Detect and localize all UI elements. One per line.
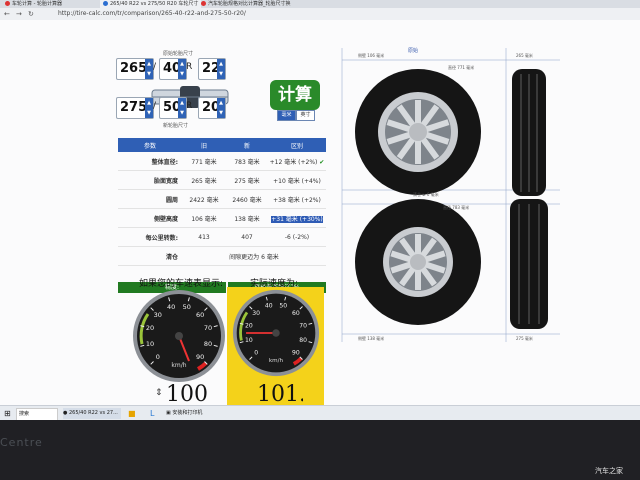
new-ratio-select[interactable]: 50 ▲ ▼ bbox=[159, 97, 187, 119]
column-header: 新 bbox=[226, 138, 268, 152]
value-spinner-icon[interactable]: ⇕ bbox=[155, 388, 163, 398]
gauge-tick-label: 40 bbox=[167, 303, 175, 311]
gauge-tick-label: 80 bbox=[204, 340, 212, 348]
gauge-tick-label: 10 bbox=[245, 337, 253, 344]
table-row: 清仓 间隙更迈为 6 毫米 bbox=[118, 246, 326, 266]
highlighted-diff: +31 毫米 (+30%) bbox=[271, 215, 323, 223]
gauge-tick-label: 70 bbox=[299, 323, 307, 330]
taskbar-search-box[interactable]: 搜索 bbox=[16, 408, 58, 420]
wheel-new-icon bbox=[355, 199, 481, 325]
gauge-tick-label: 0 bbox=[156, 353, 160, 361]
browser-tab-3[interactable]: 汽车轮胎规格对比计算器_轮胎尺寸换 bbox=[198, 0, 314, 8]
speedometer-value: 100 bbox=[166, 382, 208, 407]
folder-icon[interactable]: ■ bbox=[128, 408, 136, 419]
monitor-screen: 车轮计算 - 轮胎计算器 265/40 R22 vs 275/50 R20 车轮… bbox=[0, 0, 640, 420]
new-width-select[interactable]: 275 ▲ ▼ bbox=[116, 97, 154, 119]
back-icon[interactable]: ← bbox=[4, 10, 10, 18]
speedometer-caption: 如果您的车速表显示: bbox=[139, 279, 224, 289]
separator: R bbox=[186, 62, 193, 72]
actual-speed-value: 101.6 bbox=[257, 382, 303, 407]
table-row: 侧壁高度 106 毫米 138 毫米 +31 毫米 (+30%) bbox=[118, 208, 326, 228]
gauge-unit: km/h bbox=[269, 358, 284, 364]
gauge-tick-label: 20 bbox=[146, 324, 154, 332]
tire-diagram: 原始 侧壁 106 毫米 直径 771 毫米 265 毫米 清仓 ≥ 6 毫米 … bbox=[338, 44, 560, 342]
browser-tab-1[interactable]: 车轮计算 - 轮胎计算器 bbox=[2, 0, 103, 8]
gauge-tick-label: 30 bbox=[154, 311, 162, 319]
gauge-tick-label: 20 bbox=[245, 323, 253, 330]
spinner-arrows-icon[interactable]: ▲ ▼ bbox=[178, 98, 186, 118]
column-header: 参数 bbox=[118, 138, 182, 152]
separator: R bbox=[186, 101, 193, 111]
spinner-arrows-icon[interactable]: ▲ ▼ bbox=[178, 59, 186, 79]
separator: / bbox=[153, 101, 157, 111]
comparison-table: 参数 旧 新 区别 整体直径: 771 毫米 783 毫米 +12 毫米 (+2… bbox=[118, 138, 326, 266]
reload-icon[interactable]: ↻ bbox=[28, 10, 34, 18]
new-size-label: 新轮胎尺寸 bbox=[163, 123, 189, 129]
original-rim-select[interactable]: 22 ▲ ▼ bbox=[198, 58, 226, 80]
gauge-tick-label: 60 bbox=[196, 311, 204, 319]
gauge-tick-label: 10 bbox=[146, 340, 154, 348]
gauge-unit: km/h bbox=[171, 362, 186, 369]
windows-start-icon[interactable]: ⊞ bbox=[4, 408, 11, 419]
monitor-brand-logo: Centre bbox=[0, 436, 43, 449]
table-row: 每公里转数: 413 407 -6 (-2%) bbox=[118, 227, 326, 247]
spinner-arrows-icon[interactable]: ▲ ▼ bbox=[145, 59, 153, 79]
windows-taskbar: ⊞ 搜索 ● 265/40 R22 vs 27... ■ L ▣ 安装和打印机 bbox=[0, 405, 640, 420]
gauge-tick-label: 0 bbox=[254, 350, 258, 357]
gauge-tick-label: 50 bbox=[183, 303, 191, 311]
unit-imperial-toggle[interactable]: 英寸 bbox=[296, 110, 315, 121]
tab-favicon-icon bbox=[5, 1, 10, 6]
new-rim-select[interactable]: 20 ▲ ▼ bbox=[198, 97, 226, 119]
gauge-tick-label: 60 bbox=[292, 310, 300, 317]
actual-speed-gauge: 010 20 30 40 50 60 70 80 90 km/h bbox=[232, 289, 320, 377]
unit-metric-toggle[interactable]: 毫米 bbox=[277, 110, 296, 121]
gauge-tick-label: 30 bbox=[252, 310, 260, 317]
taskbar-devices-app[interactable]: ▣ 安装和打印机 bbox=[166, 408, 218, 419]
svg-text:原始: 原始 bbox=[408, 47, 418, 54]
browser-tab-2[interactable]: 265/40 R22 vs 275/50 R20 车轮尺寸 bbox=[100, 0, 201, 8]
original-size-label: 原始轮胎尺寸 bbox=[163, 51, 194, 57]
tab-favicon-icon bbox=[201, 1, 206, 6]
svg-text:直径 783 毫米: 直径 783 毫米 bbox=[443, 204, 469, 210]
forward-icon[interactable]: → bbox=[16, 10, 22, 18]
svg-text:清仓 ≥ 6 毫米: 清仓 ≥ 6 毫米 bbox=[413, 191, 439, 197]
svg-text:侧壁 138 毫米: 侧壁 138 毫米 bbox=[358, 335, 384, 341]
separator: / bbox=[153, 62, 157, 72]
gauge-tick-label: 50 bbox=[279, 303, 287, 310]
spinner-arrows-icon[interactable]: ▲ ▼ bbox=[145, 98, 153, 118]
svg-text:275 毫米: 275 毫米 bbox=[516, 335, 533, 341]
monitor-bezel bbox=[0, 420, 640, 480]
tread-original-icon bbox=[512, 69, 546, 196]
actual-speed-caption: 实际速度为: bbox=[250, 279, 299, 289]
url-field[interactable]: http://tire-calc.com/tr/comparison/265-4… bbox=[58, 10, 246, 17]
speedometer-gauge: 010203040 5060708090 km/h bbox=[133, 290, 225, 382]
gauge-tick-label: 90 bbox=[196, 353, 204, 361]
column-header: 区别 bbox=[268, 138, 326, 152]
gauge-tick-label: 80 bbox=[299, 337, 307, 344]
svg-text:265 毫米: 265 毫米 bbox=[516, 52, 533, 58]
calculate-button[interactable]: 计算 bbox=[270, 80, 320, 110]
tab-favicon-icon bbox=[103, 1, 108, 6]
table-row: 整体直径: 771 毫米 783 毫米 +12 毫米 (+2%) ✔ bbox=[118, 152, 326, 171]
tread-new-icon bbox=[510, 199, 548, 329]
table-row: 圆周 2422 毫米 2460 毫米 +38 毫米 (+2%) bbox=[118, 189, 326, 209]
original-width-select[interactable]: 265 ▲ ▼ bbox=[116, 58, 154, 80]
spinner-arrows-icon[interactable]: ▲ ▼ bbox=[217, 59, 225, 79]
app-l-icon[interactable]: L bbox=[150, 408, 154, 419]
table-row: 胎面宽度 265 毫米 275 毫米 +10 毫米 (+4%) bbox=[118, 170, 326, 190]
gauge-tick-label: 40 bbox=[265, 303, 273, 310]
taskbar-browser-app[interactable]: ● 265/40 R22 vs 27... bbox=[63, 408, 121, 419]
svg-text:直径 771 毫米: 直径 771 毫米 bbox=[448, 64, 474, 70]
table-header-row: 参数 旧 新 区别 bbox=[118, 138, 326, 152]
column-header: 旧 bbox=[182, 138, 226, 152]
svg-text:侧壁 106 毫米: 侧壁 106 毫米 bbox=[358, 52, 384, 58]
browser-tab-bar: 车轮计算 - 轮胎计算器 265/40 R22 vs 275/50 R20 车轮… bbox=[0, 0, 640, 8]
watermark: 汽车之家 bbox=[595, 467, 623, 475]
original-ratio-select[interactable]: 40 ▲ ▼ bbox=[159, 58, 187, 80]
spinner-arrows-icon[interactable]: ▲ ▼ bbox=[217, 98, 225, 118]
gauge-tick-label: 90 bbox=[292, 350, 300, 357]
wheel-original-icon bbox=[355, 69, 481, 195]
gauge-tick-label: 70 bbox=[204, 324, 212, 332]
check-icon: ✔ bbox=[319, 158, 325, 166]
